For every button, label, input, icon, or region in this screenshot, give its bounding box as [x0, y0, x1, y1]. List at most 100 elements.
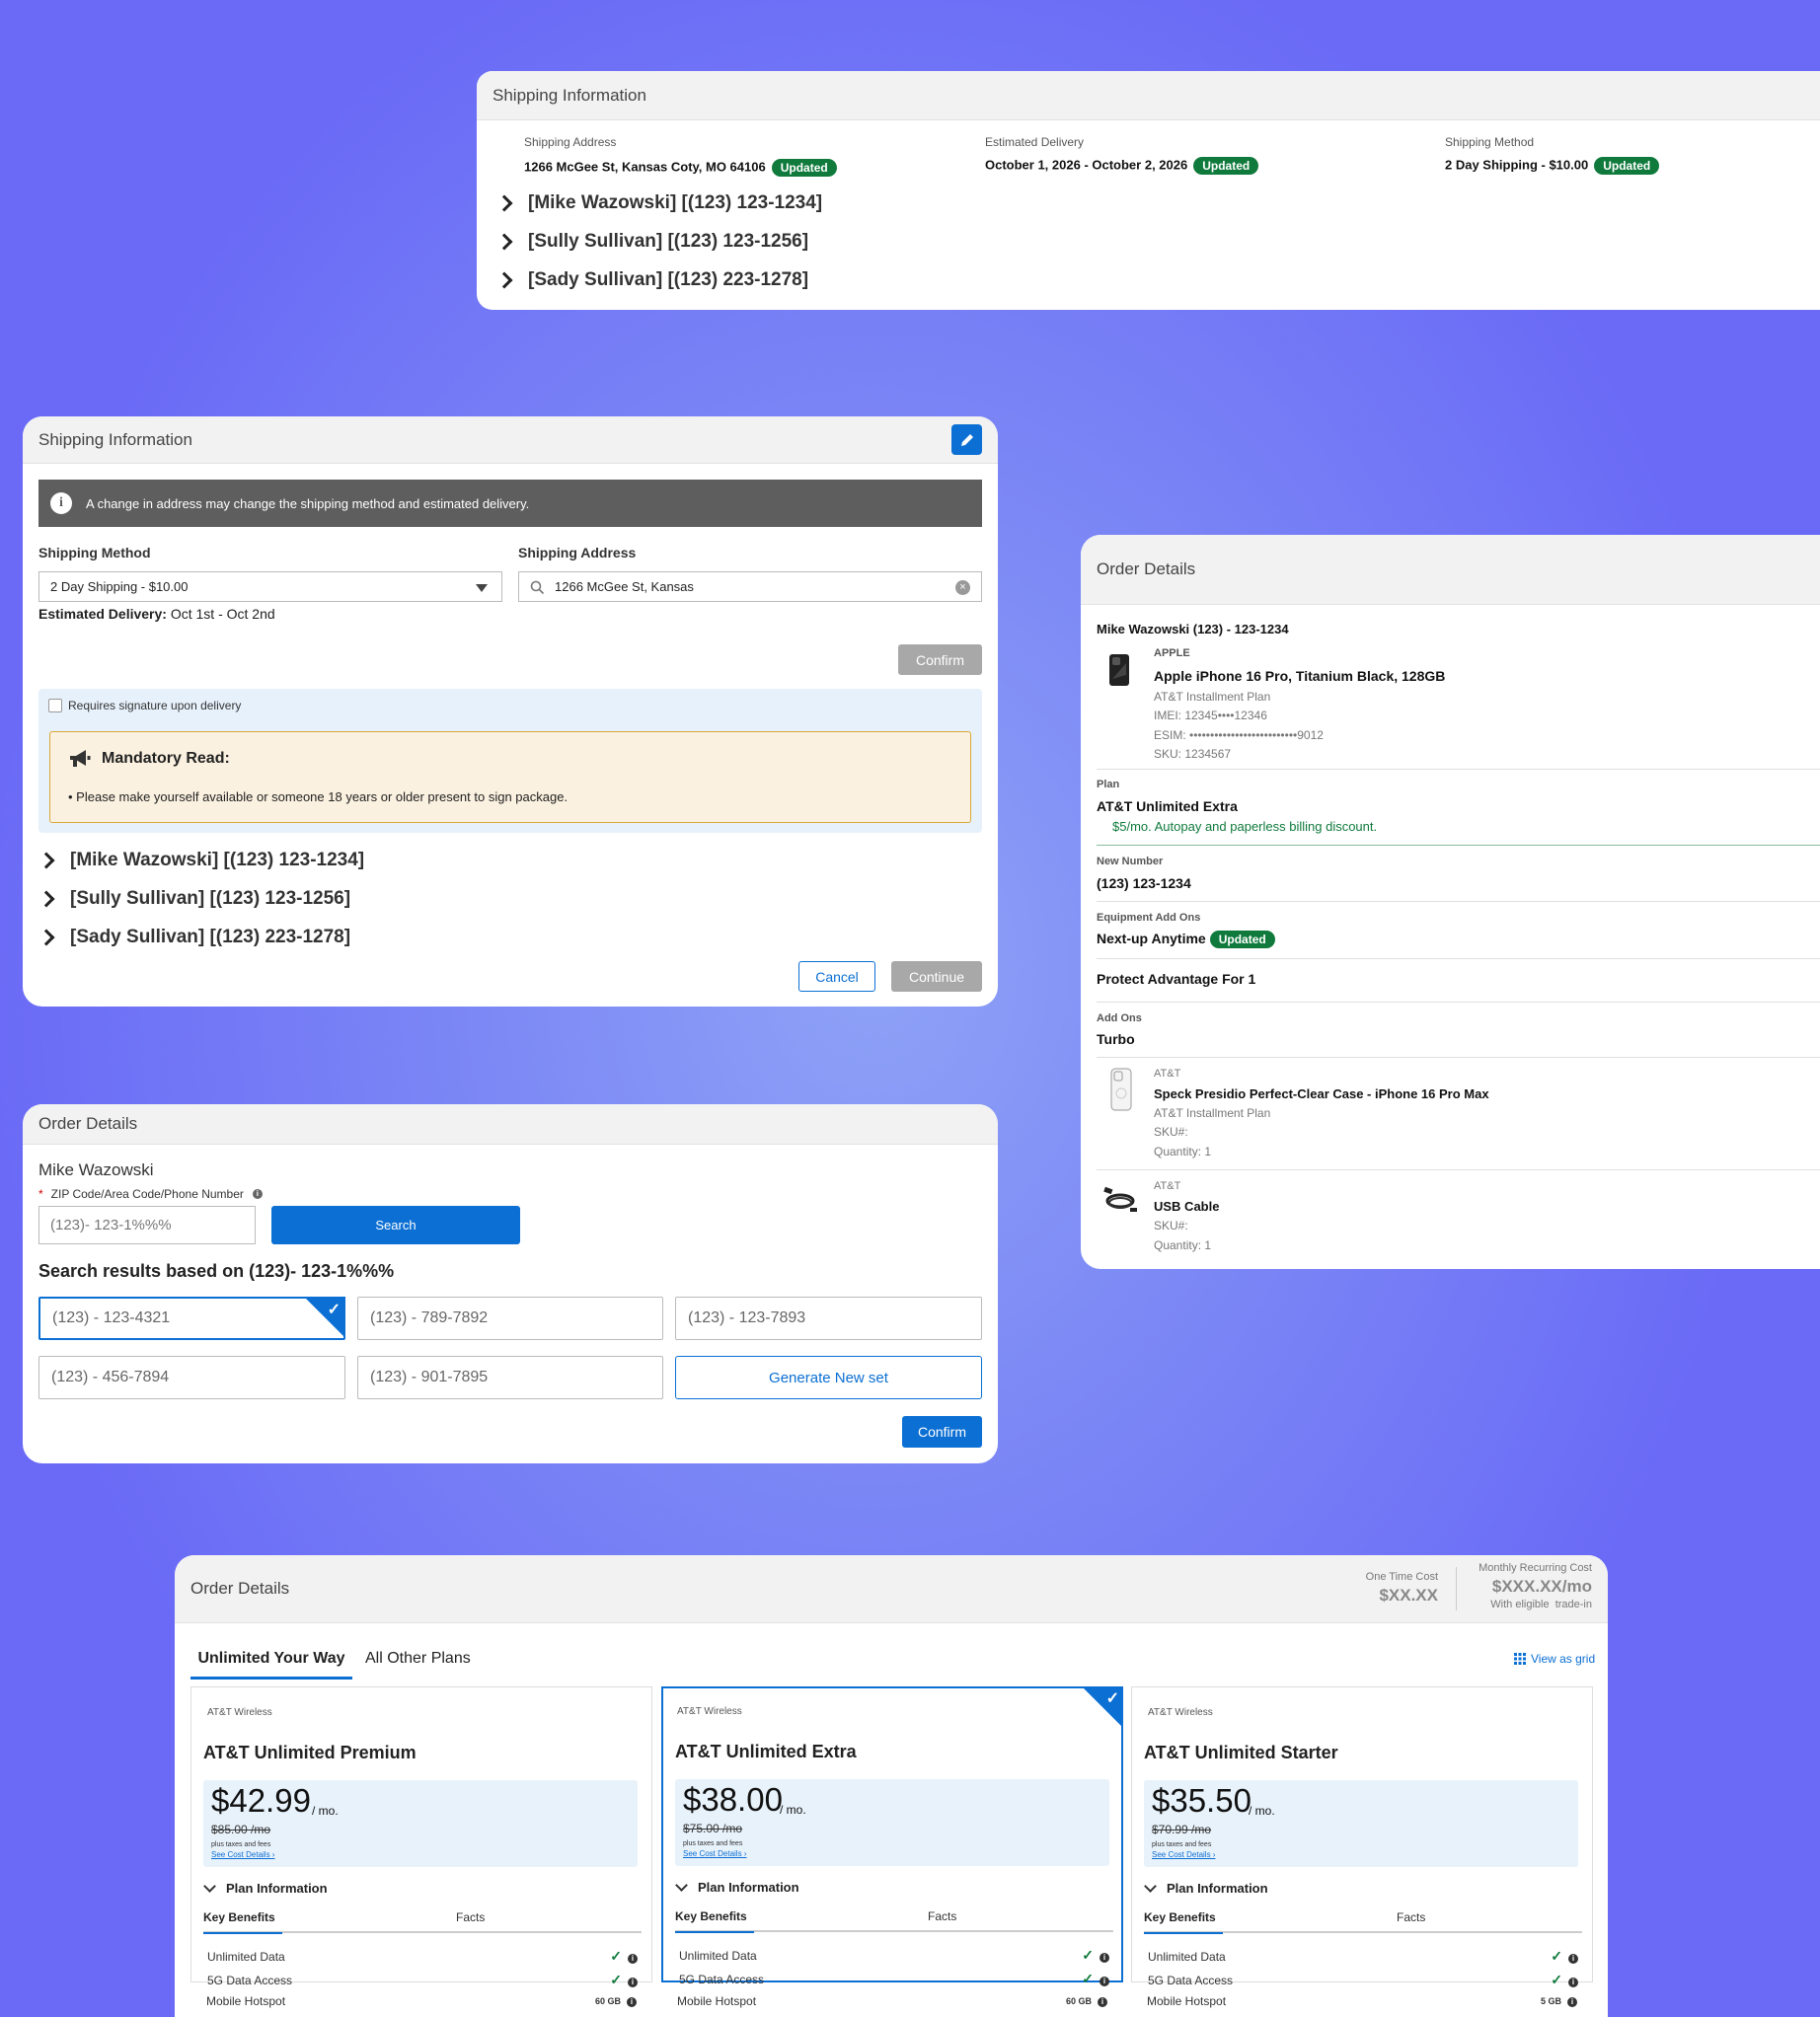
- tab-facts[interactable]: Facts: [1397, 1910, 1425, 1924]
- clear-icon[interactable]: ×: [955, 580, 970, 595]
- search-button[interactable]: Search: [271, 1206, 520, 1244]
- confirm-button[interactable]: Confirm: [902, 1416, 982, 1448]
- plan-information-toggle[interactable]: Plan Information: [203, 1880, 328, 1896]
- number-option-label: (123) - 123-7893: [688, 1309, 806, 1326]
- plan-card-selected[interactable]: ✓ AT&T Wireless AT&T Unlimited Extra $38…: [661, 1686, 1123, 1986]
- plan-tabs: Key Benefits Facts: [675, 1905, 1113, 1933]
- divider: [1097, 1057, 1820, 1058]
- price-box: $35.50 / mo. $70.99 /mo plus taxes and f…: [1144, 1780, 1578, 1867]
- tab-unlimited-your-way[interactable]: Unlimited Your Way: [190, 1650, 352, 1680]
- tab-facts[interactable]: Facts: [456, 1910, 485, 1924]
- plan-value: AT&T Unlimited Extra: [1097, 798, 1238, 814]
- signature-checkbox[interactable]: [48, 699, 62, 712]
- number-option-label: (123) - 789-7892: [370, 1309, 489, 1326]
- benefit-label: 5G Data Access: [679, 1972, 765, 1986]
- updated-badge: Updated: [1193, 157, 1259, 175]
- accessory-sku: SKU#:: [1154, 1219, 1188, 1233]
- info-icon[interactable]: i: [1100, 1977, 1109, 1986]
- benefit-row: Unlimited Data ✓ i: [1148, 1948, 1578, 1965]
- device-esim: ESIM: ••••••••••••••••••••••••••9012: [1154, 728, 1324, 742]
- chevron-right-icon: [495, 271, 513, 288]
- divider: [1097, 1169, 1820, 1170]
- tab-key-benefits[interactable]: Key Benefits: [675, 1909, 754, 1933]
- tab-label: Unlimited Your Way: [197, 1650, 345, 1667]
- info-icon[interactable]: i: [628, 1978, 638, 1987]
- line-expander[interactable]: [Sully Sullivan] [(123) 123-1256]: [37, 879, 364, 918]
- cable-image: [1103, 1186, 1137, 1212]
- number-option-selected[interactable]: (123) - 123-4321 ✓: [38, 1297, 345, 1340]
- line-expander[interactable]: [Mike Wazowski] [(123) 123-1234]: [494, 184, 822, 222]
- confirm-button[interactable]: Confirm: [898, 644, 982, 675]
- tab-key-benefits[interactable]: Key Benefits: [1144, 1910, 1223, 1934]
- shipping-method-select[interactable]: 2 Day Shipping - $10.00: [38, 571, 502, 602]
- shipping-address-label: Shipping Address: [524, 135, 617, 149]
- info-icon[interactable]: i: [1568, 1978, 1578, 1987]
- tab-facts[interactable]: Facts: [928, 1909, 956, 1923]
- edit-button[interactable]: [951, 424, 982, 455]
- checkmark-icon: ✓: [1082, 1971, 1094, 1986]
- continue-button[interactable]: Continue: [891, 961, 982, 992]
- see-cost-details-link[interactable]: See Cost Details ›: [683, 1849, 746, 1858]
- estimated-delivery-label: Estimated Delivery: [985, 135, 1085, 149]
- zip-input[interactable]: (123)- 123-1%%%: [38, 1206, 256, 1244]
- line-label: [Sully Sullivan] [(123) 123-1256]: [528, 230, 809, 252]
- info-icon[interactable]: i: [1100, 1953, 1109, 1963]
- info-icon: i: [50, 492, 72, 514]
- see-cost-details-link[interactable]: See Cost Details ›: [211, 1850, 274, 1859]
- chevron-right-icon: [495, 194, 513, 211]
- cancel-button[interactable]: Cancel: [798, 961, 875, 992]
- plan-tabs: Key Benefits Facts: [1144, 1906, 1582, 1934]
- hotspot-value: 60 GB: [1065, 1995, 1092, 2006]
- original-price: $85.00 /mo: [211, 1823, 271, 1836]
- info-icon[interactable]: i: [1567, 1996, 1577, 2007]
- info-icon[interactable]: i: [252, 1189, 263, 1199]
- tab-all-other-plans[interactable]: All Other Plans: [365, 1650, 471, 1668]
- hotspot-value: 5 GB: [1540, 1995, 1561, 2006]
- plan-discount: $5/mo. Autopay and paperless billing dis…: [1112, 819, 1378, 834]
- number-option[interactable]: (123) - 789-7892: [357, 1297, 663, 1340]
- number-search-card: Order Details Mike Wazowski * ZIP Code/A…: [23, 1104, 998, 1463]
- info-icon[interactable]: i: [1098, 1996, 1107, 2007]
- number-option[interactable]: (123) - 901-7895: [357, 1356, 663, 1399]
- line-expander[interactable]: [Sully Sullivan] [(123) 123-1256]: [494, 222, 822, 261]
- generate-new-set-button[interactable]: Generate New set: [675, 1356, 982, 1399]
- number-option[interactable]: (123) - 123-7893: [675, 1297, 982, 1340]
- plan-information-toggle[interactable]: Plan Information: [675, 1879, 799, 1895]
- device-plan: AT&T Installment Plan: [1154, 690, 1271, 704]
- tab-key-benefits[interactable]: Key Benefits: [203, 1910, 282, 1934]
- number-option[interactable]: (123) - 456-7894: [38, 1356, 345, 1399]
- plan-information-toggle[interactable]: Plan Information: [1144, 1880, 1268, 1896]
- chevron-right-icon: [38, 852, 55, 868]
- plan-information-label: Plan Information: [226, 1881, 328, 1896]
- mandatory-read-box: Mandatory Read: • Please make yourself a…: [49, 731, 971, 823]
- price-period: / mo.: [312, 1804, 339, 1818]
- plan-card[interactable]: AT&T Wireless AT&T Unlimited Premium $42…: [190, 1686, 652, 1987]
- estimated-delivery-block: Estimated Delivery October 1, 2026 - Oct…: [985, 135, 1259, 175]
- discount-divider: [1097, 845, 1820, 846]
- signature-label: Requires signature upon delivery: [68, 699, 242, 712]
- see-cost-details-link[interactable]: See Cost Details ›: [1152, 1850, 1215, 1859]
- plan-brand: AT&T Wireless: [677, 1706, 742, 1717]
- plan-name: AT&T Unlimited Premium: [203, 1743, 417, 1762]
- shipping-address-input[interactable]: 1266 McGee St, Kansas ×: [518, 571, 982, 602]
- info-icon[interactable]: i: [1568, 1954, 1578, 1964]
- line-label: [Mike Wazowski] [(123) 123-1234]: [70, 849, 365, 870]
- estimated-delivery-label: Estimated Delivery:: [38, 606, 167, 622]
- info-icon[interactable]: i: [628, 1954, 638, 1964]
- view-as-grid-link[interactable]: View as grid: [1514, 1652, 1595, 1666]
- add-ons-label: Add Ons: [1097, 1012, 1142, 1024]
- line-expander[interactable]: [Sady Sullivan] [(123) 223-1278]: [494, 261, 822, 299]
- zip-input-value: (123)- 123-1%%%: [50, 1217, 172, 1233]
- plan-card[interactable]: AT&T Wireless AT&T Unlimited Starter $35…: [1131, 1686, 1593, 1987]
- number-option-label: (123) - 901-7895: [370, 1369, 489, 1385]
- info-icon[interactable]: i: [627, 1996, 637, 2007]
- line-expander[interactable]: [Sady Sullivan] [(123) 223-1278]: [37, 918, 364, 956]
- benefit-label: Mobile Hotspot: [1147, 1994, 1227, 2008]
- line-label: [Sady Sullivan] [(123) 223-1278]: [528, 268, 809, 290]
- one-time-cost-label: One Time Cost: [1365, 1571, 1438, 1583]
- updated-badge: Updated: [771, 159, 837, 177]
- benefit-row: Unlimited Data ✓ i: [679, 1947, 1109, 1964]
- line-expander[interactable]: [Mike Wazowski] [(123) 123-1234]: [37, 841, 364, 879]
- mandatory-text: Please make yourself available or someon…: [76, 789, 569, 804]
- updated-badge: Updated: [1209, 931, 1275, 949]
